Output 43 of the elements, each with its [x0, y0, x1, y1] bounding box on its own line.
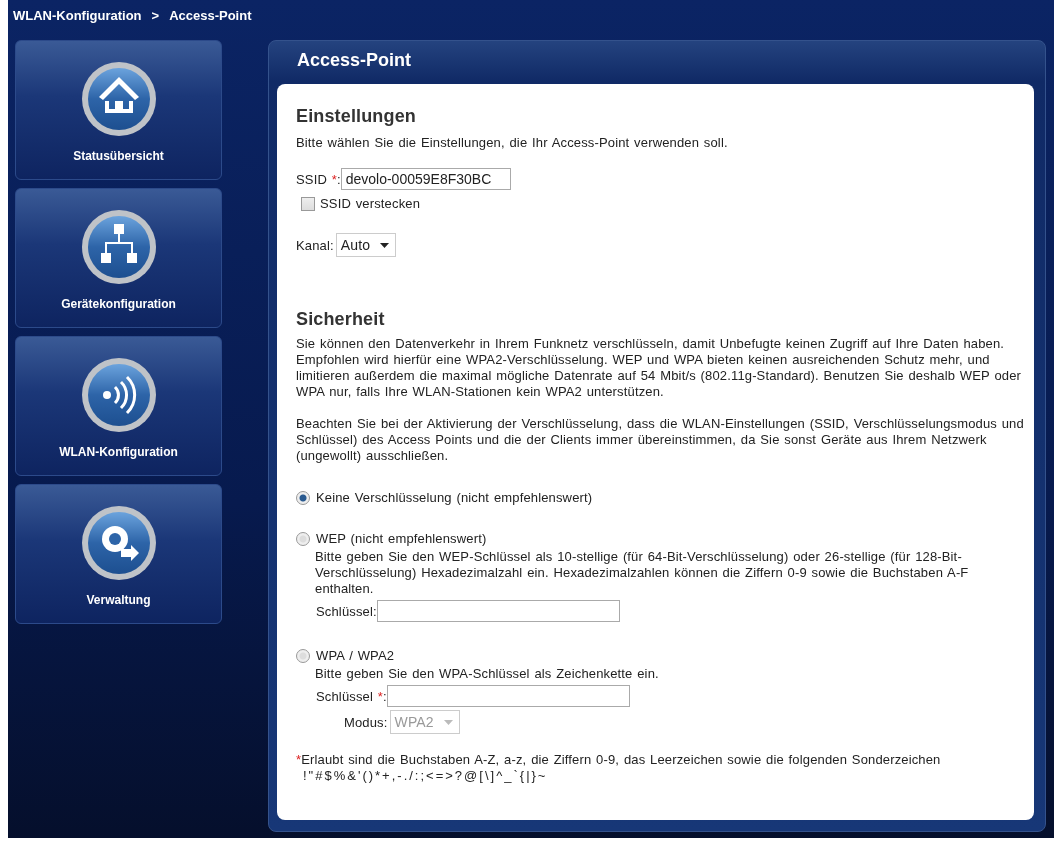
field-label: Schlüssel *: [316, 688, 387, 704]
radio-label: Keine Verschlüsselung (nicht empfehlenswert) [316, 490, 593, 505]
ssid-input[interactable]: devolo-00059E8F30BC [340, 168, 511, 190]
radio-label: WPA / WPA2 [316, 648, 395, 663]
key-input[interactable] [386, 685, 630, 707]
caret-icon [443, 719, 453, 725]
tile-label: Statusübersicht [73, 149, 164, 163]
option-description: Bitte geben Sie den WEP-Schlüssel als 10-stellige (für 64-Bit-Verschlüsselung) oder 26-stellige (für 128-Bit-Verschlüsselung) Hexadezimalzahl ein. Hexadezimalzahlen können die Ziffern 0-9 sowie die Buchstaben A-F enthalten. [315, 549, 970, 597]
sidebar-tile[interactable]: Statusübersicht [15, 40, 222, 180]
field-label: Modus: [344, 714, 388, 730]
radio-label: WEP (nicht empfehlenswert) [316, 531, 487, 546]
field-label: Schlüssel: [316, 603, 377, 619]
channel-select[interactable]: Auto [335, 233, 397, 257]
radio-button[interactable] [296, 490, 310, 505]
tile-label: Verwaltung [86, 593, 151, 607]
section-heading: Sicherheit [296, 309, 386, 330]
option-description: Bitte geben Sie den WPA-Schlüssel als Zeichenkette ein. [315, 666, 660, 682]
sidebar-tile[interactable]: Verwaltung [15, 484, 222, 624]
panel-title: Access-Point [296, 49, 413, 72]
home-icon [80, 61, 157, 137]
checkbox-label: SSID verstecken [320, 196, 421, 211]
breadcrumb-item[interactable]: WLAN-Konfiguration [13, 8, 142, 40]
tile-label: WLAN-Konfiguration [59, 445, 178, 459]
wifi-icon [80, 357, 157, 433]
caret-icon [380, 242, 390, 248]
tile-label: Gerätekonfiguration [61, 297, 176, 311]
breadcrumb-current: Access-Point [169, 8, 252, 25]
key-input[interactable] [376, 600, 620, 622]
paragraph: Sie können den Datenverkehr in Ihrem Funknetz verschlüsseln, damit Unbefugte keinen Zugriff auf Ihre Daten haben. Empfohlen wird hierfür eine WPA2-Verschlüsselung. WEP und WPA bieten keinen ausreichenden Schutz mehr, und limitieren außerdem die maximal mögliche Datenrate auf 54 Mbit/s (802.11g-Standard). Benutzen Sie deshalb WEP oder WPA nur, falls Ihre WLAN-Stationen kein WPA2 unterstützen. [296, 336, 1023, 400]
field-label: Kanal: [296, 237, 334, 253]
radio-button[interactable] [296, 648, 310, 663]
footnote-text: *Erlaubt sind die Buchstaben A-Z, a-z, die Ziffern 0-9, das Leerzeichen sowie die folgenden Sonderzeichen [296, 752, 942, 768]
network-icon [80, 209, 157, 285]
breadcrumb-separator: > [151, 8, 160, 25]
sidebar-tile[interactable]: Gerätekonfiguration [15, 188, 222, 328]
field-label: SSID *: [296, 171, 341, 187]
paragraph: Beachten Sie bei der Aktivierung der Verschlüsselung, dass die WLAN-Einstellungen (SSID, Verschlüsselungsmodus und Schlüssel) des Access Points und die der Clients immer übereinstimmen, da Sie sonst Geräte aus Ihrem Netzwerk (ungewollt) ausschließen. [296, 416, 1025, 464]
sidebar-tile[interactable]: WLAN-Konfiguration [15, 336, 222, 476]
intro-text: Bitte wählen Sie die Einstellungen, die Ihr Access-Point verwenden soll. [296, 135, 729, 151]
special-characters: !"#$%&'()*+,-./:;<=>?@[\]^_`{|}~ [303, 768, 549, 784]
radio-button[interactable] [296, 531, 310, 546]
section-heading: Einstellungen [296, 106, 417, 127]
checkbox[interactable] [301, 196, 315, 211]
